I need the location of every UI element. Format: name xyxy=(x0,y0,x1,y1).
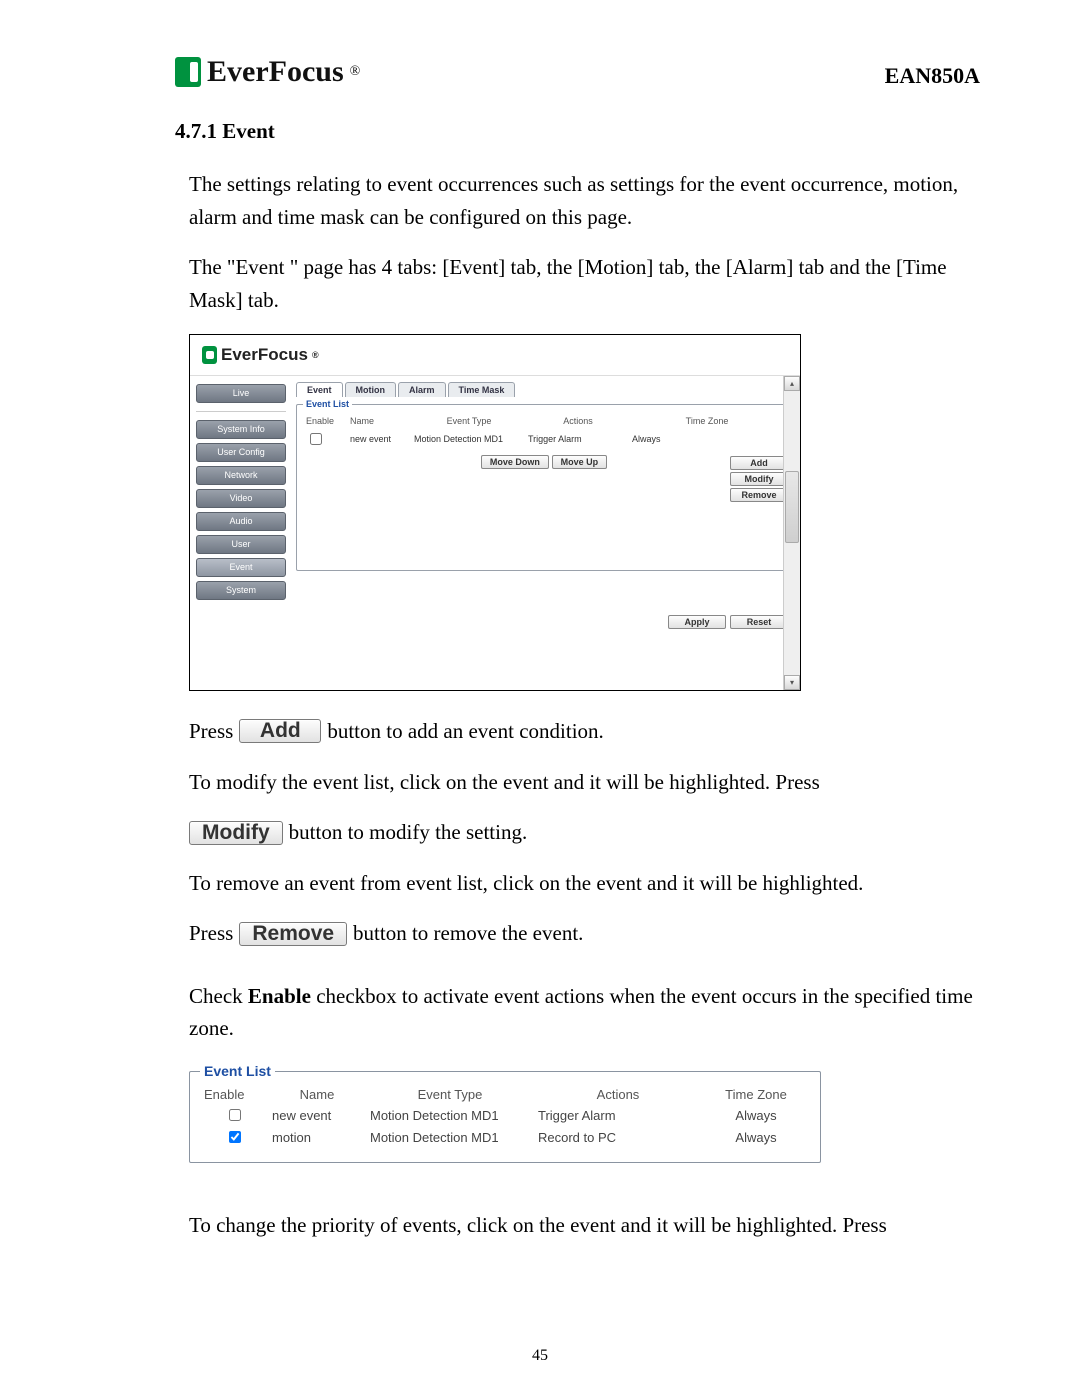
nav-system-info[interactable]: System Info xyxy=(196,420,286,439)
press-text-2: Press xyxy=(189,917,233,950)
event-list-fieldset: Event List Enable Name Event Type Action… xyxy=(296,399,792,571)
tab-motion[interactable]: Motion xyxy=(345,382,397,397)
remove-button-inline[interactable]: Remove xyxy=(239,922,347,946)
intro-paragraph-1: The settings relating to event occurrenc… xyxy=(189,168,980,233)
priority-text: To change the priority of events, click … xyxy=(189,1209,980,1242)
col-type: Event Type xyxy=(413,415,525,427)
brand-name: EverFocus xyxy=(207,55,344,89)
col-enable: Enable xyxy=(305,415,347,427)
row-type: Motion Detection MD1 xyxy=(413,429,525,449)
lg-col-actions: Actions xyxy=(534,1085,702,1104)
after-modify-text: button to modify the setting. xyxy=(289,816,528,849)
row-enable-checkbox[interactable] xyxy=(310,433,322,445)
lg-enable-checkbox[interactable] xyxy=(229,1131,241,1143)
lg-col-tz: Time Zone xyxy=(702,1085,810,1104)
scroll-down-icon[interactable]: ▾ xyxy=(784,675,800,690)
move-down-button[interactable]: Move Down xyxy=(481,455,549,469)
shot-logo-mark-icon xyxy=(202,346,217,364)
add-button[interactable]: Add xyxy=(730,456,788,470)
nav-system[interactable]: System xyxy=(196,581,286,600)
row-name: new event xyxy=(349,429,411,449)
move-up-button[interactable]: Move Up xyxy=(552,455,608,469)
add-button-inline[interactable]: Add xyxy=(239,719,321,743)
lg-col-type: Event Type xyxy=(366,1085,534,1104)
event-list-large-legend: Event List xyxy=(200,1063,275,1079)
logo-mark-icon xyxy=(175,57,201,87)
row-actions: Trigger Alarm xyxy=(527,429,629,449)
modify-intro-text: To modify the event list, click on the e… xyxy=(189,766,980,799)
event-list-large: Event List Enable Name Event Type Action… xyxy=(189,1063,821,1163)
section-title: 4.7.1 Event xyxy=(175,119,980,144)
tab-time-mask[interactable]: Time Mask xyxy=(448,382,516,397)
event-row[interactable]: new event Motion Detection MD1 Trigger A… xyxy=(305,429,783,449)
nav-video[interactable]: Video xyxy=(196,489,286,508)
modify-button[interactable]: Modify xyxy=(730,472,788,486)
lg-col-name: Name xyxy=(268,1085,366,1104)
nav-user-config[interactable]: User Config xyxy=(196,443,286,462)
tab-event[interactable]: Event xyxy=(296,382,343,397)
model-label: EAN850A xyxy=(885,63,980,89)
brand-logo: EverFocus® xyxy=(175,55,360,89)
reset-button[interactable]: Reset xyxy=(730,615,788,629)
press-text: Press xyxy=(189,715,233,748)
sidebar-nav: Live System Info User Config Network Vid… xyxy=(190,376,292,689)
col-tz: Time Zone xyxy=(631,415,783,427)
nav-network[interactable]: Network xyxy=(196,466,286,485)
scrollbar[interactable]: ▴ ▾ xyxy=(783,376,800,690)
col-name: Name xyxy=(349,415,411,427)
apply-button[interactable]: Apply xyxy=(668,615,726,629)
tab-alarm[interactable]: Alarm xyxy=(398,382,446,397)
nav-event[interactable]: Event xyxy=(196,558,286,577)
scroll-up-icon[interactable]: ▴ xyxy=(784,376,800,391)
event-page-screenshot: EverFocus® Live System Info User Config … xyxy=(189,334,801,691)
lg-col-enable: Enable xyxy=(200,1085,268,1104)
page-number: 45 xyxy=(0,1347,1080,1365)
nav-audio[interactable]: Audio xyxy=(196,512,286,531)
intro-paragraph-2: The "Event " page has 4 tabs: [Event] ta… xyxy=(189,251,980,316)
modify-button-inline[interactable]: Modify xyxy=(189,821,283,845)
row-tz: Always xyxy=(631,429,783,449)
col-actions: Actions xyxy=(527,415,629,427)
remove-button[interactable]: Remove xyxy=(730,488,788,502)
lg-row[interactable]: motion Motion Detection MD1 Record to PC… xyxy=(200,1126,810,1148)
nav-user[interactable]: User xyxy=(196,535,286,554)
enable-paragraph: Check Enable checkbox to activate event … xyxy=(189,980,980,1045)
after-add-text: button to add an event condition. xyxy=(327,715,603,748)
tab-bar: Event Motion Alarm Time Mask xyxy=(296,382,792,397)
lg-enable-checkbox[interactable] xyxy=(229,1109,241,1121)
scroll-thumb[interactable] xyxy=(785,471,799,543)
lg-row[interactable]: new event Motion Detection MD1 Trigger A… xyxy=(200,1104,810,1126)
shot-brand-logo: EverFocus® xyxy=(202,345,319,365)
remove-intro-text: To remove an event from event list, clic… xyxy=(189,867,980,900)
event-list-legend: Event List xyxy=(303,399,352,409)
nav-live[interactable]: Live xyxy=(196,384,286,403)
after-remove-text: button to remove the event. xyxy=(353,917,583,950)
